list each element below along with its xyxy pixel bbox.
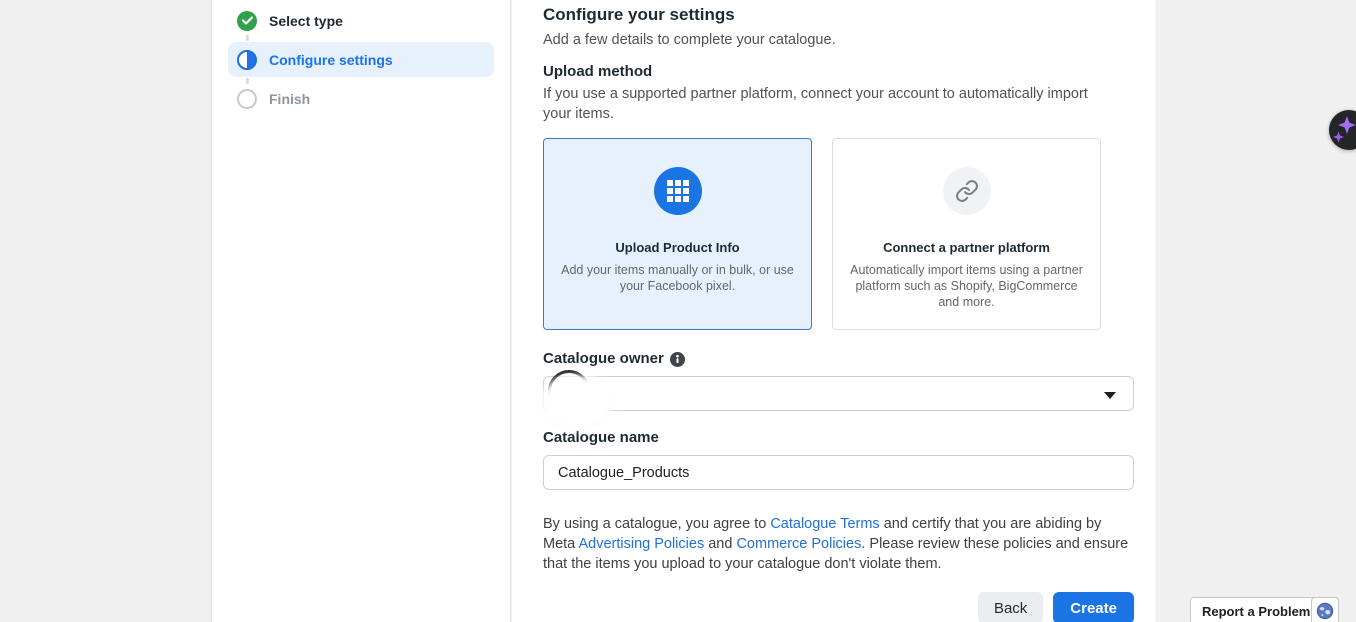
step-label: Configure settings	[269, 52, 393, 68]
catalogue-name-label: Catalogue name	[543, 429, 659, 447]
card-description: Automatically import items using a partn…	[847, 262, 1086, 310]
wizard-stepper-sidebar: Select type Configure settings Finish	[211, 0, 511, 622]
language-globe-button[interactable]	[1311, 597, 1339, 622]
stepper-connector	[246, 34, 494, 42]
create-button[interactable]: Create	[1053, 592, 1134, 622]
terms-text: By using a catalogue, you agree to	[543, 516, 770, 532]
empty-circle-icon	[237, 89, 257, 109]
upload-method-options: Upload Product Info Add your items manua…	[543, 138, 1155, 330]
card-upload-product-info[interactable]: Upload Product Info Add your items manua…	[543, 138, 812, 330]
owner-avatar-redacted	[546, 370, 616, 426]
terms-paragraph: By using a catalogue, you agree to Catal…	[543, 514, 1134, 574]
card-title: Upload Product Info	[615, 240, 739, 255]
redaction-blur	[544, 378, 610, 426]
stepper-connector	[246, 77, 494, 85]
upload-method-description: If you use a supported partner platform,…	[543, 84, 1091, 124]
avatar	[548, 370, 590, 412]
stepper-step-select-type[interactable]: Select type	[228, 7, 494, 34]
catalogue-terms-link[interactable]: Catalogue Terms	[770, 516, 879, 532]
upload-method-label: Upload method	[543, 63, 1155, 81]
step-label: Select type	[269, 13, 343, 29]
catalogue-owner-label: Catalogue owner	[543, 350, 664, 368]
stepper-step-configure-settings[interactable]: Configure settings	[228, 42, 494, 77]
link-icon	[943, 167, 991, 215]
chevron-down-icon	[1104, 392, 1116, 399]
half-filled-circle-icon	[237, 50, 257, 70]
card-title: Connect a partner platform	[883, 240, 1050, 255]
catalogue-owner-dropdown[interactable]	[543, 376, 1134, 411]
catalogue-owner-label-row: Catalogue owner	[543, 350, 1155, 368]
configure-settings-panel: Configure your settings Add a few detail…	[512, 0, 1155, 622]
terms-text: and	[704, 536, 736, 552]
step-label: Finish	[269, 91, 310, 107]
page-subtitle: Add a few details to complete your catal…	[543, 31, 1155, 50]
grid-icon	[654, 167, 702, 215]
ai-assistant-button[interactable]	[1329, 110, 1356, 150]
page-title: Configure your settings	[543, 4, 1155, 25]
info-icon[interactable]	[670, 352, 685, 367]
card-description: Add your items manually or in bulk, or u…	[558, 262, 797, 294]
sparkle-icon	[1329, 110, 1356, 150]
check-circle-icon	[237, 11, 257, 31]
catalogue-name-label-row: Catalogue name	[543, 429, 1155, 447]
card-connect-partner-platform[interactable]: Connect a partner platform Automatically…	[832, 138, 1101, 330]
catalogue-name-input[interactable]	[543, 455, 1134, 490]
advertising-policies-link[interactable]: Advertising Policies	[578, 536, 704, 552]
globe-icon	[1316, 602, 1334, 620]
stepper-step-finish[interactable]: Finish	[228, 85, 494, 112]
catalogue-wizard-page: Select type Configure settings Finish Co…	[0, 0, 1356, 622]
wizard-actions: Back Create	[543, 592, 1134, 622]
back-button[interactable]: Back	[978, 592, 1043, 622]
commerce-policies-link[interactable]: Commerce Policies	[736, 536, 861, 552]
report-a-problem-button[interactable]: Report a Problem	[1190, 597, 1322, 622]
